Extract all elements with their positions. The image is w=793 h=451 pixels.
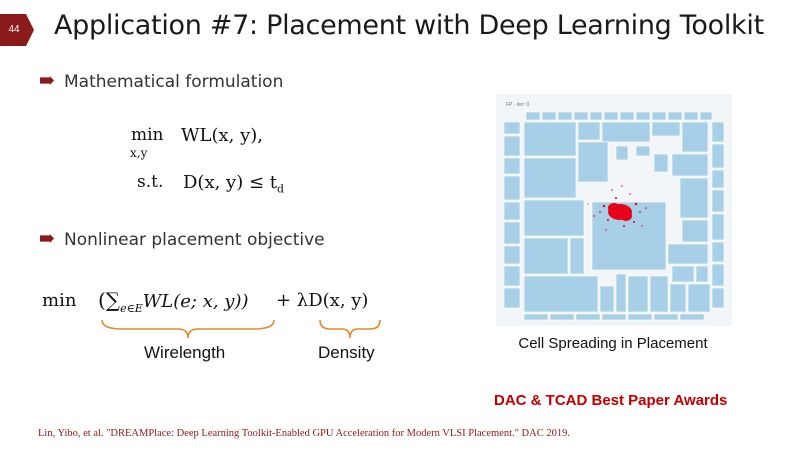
placement-figure: FP - iter: 0: [496, 94, 732, 326]
density-constraint: D(x, y) ≤ td: [183, 172, 285, 196]
subject-to-label: s.t.: [137, 172, 164, 192]
slide-number: 44: [8, 24, 20, 35]
bullet-arrow-icon: [40, 76, 54, 85]
bullet-item: Mathematical formulation: [40, 72, 283, 92]
min-subscript: x,y: [130, 146, 148, 160]
award-text: DAC & TCAD Best Paper Awards: [494, 392, 728, 409]
figure-caption: Cell Spreading in Placement: [518, 335, 708, 352]
bullet-arrow-icon: [40, 234, 54, 243]
density-term: + λD(x, y): [276, 290, 369, 311]
bullet-item: Nonlinear placement objective: [40, 230, 325, 250]
wirelength-brace: [101, 319, 275, 339]
wirelength-objective: WL(x, y),: [181, 125, 263, 146]
min-operator: min: [131, 125, 164, 145]
objective-min-operator: min: [42, 290, 77, 311]
density-label: Density: [318, 343, 375, 362]
constraint-subscript: d: [277, 182, 285, 196]
wirelength-label: Wirelength: [144, 343, 226, 362]
density-brace: [319, 319, 381, 339]
bullet-text: Mathematical formulation: [64, 72, 284, 92]
slide-title: Application #7: Placement with Deep Lear…: [54, 10, 764, 41]
sum-subscript: e∈E: [120, 302, 143, 315]
slide-number-tab: 44: [0, 14, 34, 46]
bullet-text: Nonlinear placement objective: [64, 230, 325, 250]
placement-layout-image: FP - iter: 0: [503, 102, 725, 321]
figure-iteration-tag: FP - iter: 0: [506, 102, 529, 108]
wirelength-sum-term: (∑e∈EWL(e; x, y)): [98, 288, 249, 315]
citation: Lin, Yibo, et al. "DREAMPlace: Deep Lear…: [38, 428, 570, 439]
